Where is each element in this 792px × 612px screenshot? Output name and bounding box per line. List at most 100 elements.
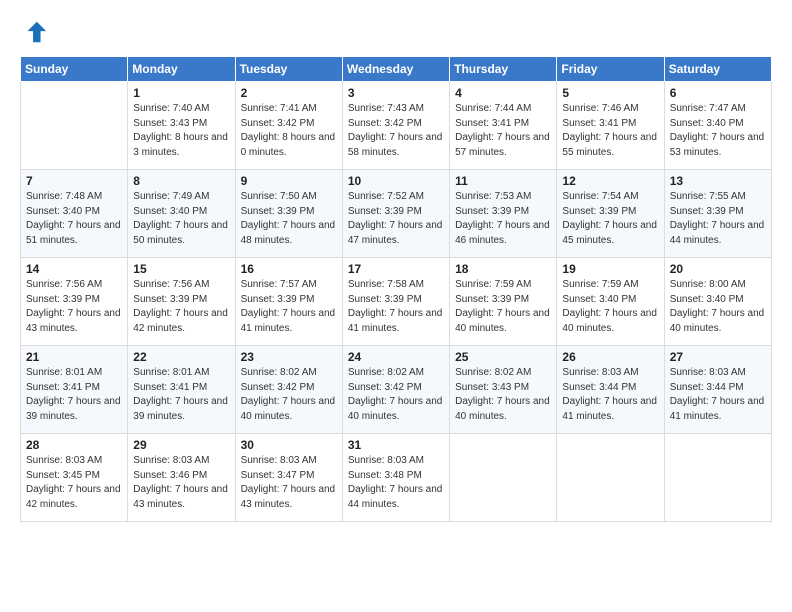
- day-info: Sunrise: 7:47 AMSunset: 3:40 PMDaylight:…: [670, 102, 766, 160]
- day-number: 9: [241, 174, 337, 188]
- day-cell: [664, 434, 771, 522]
- day-info: Sunrise: 7:59 AMSunset: 3:39 PMDaylight:…: [455, 278, 551, 336]
- day-number: 23: [241, 350, 337, 364]
- day-number: 17: [348, 262, 444, 276]
- week-row-3: 21 Sunrise: 8:01 AMSunset: 3:41 PMDayligh…: [21, 346, 772, 434]
- day-cell: 23Sunrise: 8:02 AMSunset: 3:42 PMDayligh…: [235, 346, 342, 434]
- day-number: 30: [241, 438, 337, 452]
- day-number: 7: [26, 174, 122, 188]
- day-cell: 16Sunrise: 7:57 AMSunset: 3:39 PMDayligh…: [235, 258, 342, 346]
- day-cell: 4Sunrise: 7:44 AMSunset: 3:41 PMDaylight…: [450, 82, 557, 170]
- week-row-2: 14 Sunrise: 7:56 AMSunset: 3:39 PMDayligh…: [21, 258, 772, 346]
- day-number: 13: [670, 174, 766, 188]
- header-day-tuesday: Tuesday: [235, 57, 342, 82]
- day-number: 18: [455, 262, 551, 276]
- day-number: 25: [455, 350, 551, 364]
- week-row-0: 1Sunrise: 7:40 AMSunset: 3:43 PMDaylight…: [21, 82, 772, 170]
- day-info: Sunrise: 7:50 AMSunset: 3:39 PMDaylight:…: [241, 190, 337, 248]
- day-cell: 3Sunrise: 7:43 AMSunset: 3:42 PMDaylight…: [342, 82, 449, 170]
- week-row-1: 7 Sunrise: 7:48 AMSunset: 3:40 PMDaylight…: [21, 170, 772, 258]
- day-info: Sunrise: 7:57 AMSunset: 3:39 PMDaylight:…: [241, 278, 337, 336]
- day-cell: 13 Sunrise: 7:55 AMSunset: 3:39 PMDayligh…: [664, 170, 771, 258]
- day-cell: 27 Sunrise: 8:03 AMSunset: 3:44 PMDayligh…: [664, 346, 771, 434]
- day-cell: [557, 434, 664, 522]
- day-number: 24: [348, 350, 444, 364]
- day-cell: 15 Sunrise: 7:56 AMSunset: 3:39 PMDayligh…: [128, 258, 235, 346]
- day-info: Sunrise: 7:41 AMSunset: 3:42 PMDaylight:…: [241, 102, 337, 160]
- day-number: 28: [26, 438, 122, 452]
- day-info: Sunrise: 8:02 AMSunset: 3:42 PMDaylight:…: [348, 366, 444, 424]
- day-cell: 25 Sunrise: 8:02 AMSunset: 3:43 PMDayligh…: [450, 346, 557, 434]
- day-cell: 21 Sunrise: 8:01 AMSunset: 3:41 PMDayligh…: [21, 346, 128, 434]
- logo-icon: [20, 18, 48, 46]
- day-cell: 7 Sunrise: 7:48 AMSunset: 3:40 PMDaylight…: [21, 170, 128, 258]
- day-number: 15: [133, 262, 229, 276]
- header-day-wednesday: Wednesday: [342, 57, 449, 82]
- day-number: 21: [26, 350, 122, 364]
- day-cell: 8Sunrise: 7:49 AMSunset: 3:40 PMDaylight…: [128, 170, 235, 258]
- day-cell: 14 Sunrise: 7:56 AMSunset: 3:39 PMDayligh…: [21, 258, 128, 346]
- day-cell: 31 Sunrise: 8:03 AMSunset: 3:48 PMDayligh…: [342, 434, 449, 522]
- day-info: Sunrise: 7:56 AMSunset: 3:39 PMDaylight:…: [26, 278, 122, 336]
- day-number: 27: [670, 350, 766, 364]
- day-cell: [450, 434, 557, 522]
- day-info: Sunrise: 8:02 AMSunset: 3:43 PMDaylight:…: [455, 366, 551, 424]
- day-cell: 5Sunrise: 7:46 AMSunset: 3:41 PMDaylight…: [557, 82, 664, 170]
- day-info: Sunrise: 7:56 AMSunset: 3:39 PMDaylight:…: [133, 278, 229, 336]
- day-number: 1: [133, 86, 229, 100]
- day-info: Sunrise: 7:48 AMSunset: 3:40 PMDaylight:…: [26, 190, 122, 248]
- day-info: Sunrise: 8:01 AMSunset: 3:41 PMDaylight:…: [133, 366, 229, 424]
- day-cell: 1Sunrise: 7:40 AMSunset: 3:43 PMDaylight…: [128, 82, 235, 170]
- day-cell: 22 Sunrise: 8:01 AMSunset: 3:41 PMDayligh…: [128, 346, 235, 434]
- day-number: 14: [26, 262, 122, 276]
- day-info: Sunrise: 7:53 AMSunset: 3:39 PMDaylight:…: [455, 190, 551, 248]
- calendar-header: SundayMondayTuesdayWednesdayThursdayFrid…: [21, 57, 772, 82]
- day-number: 22: [133, 350, 229, 364]
- day-info: Sunrise: 7:59 AMSunset: 3:40 PMDaylight:…: [562, 278, 658, 336]
- day-number: 31: [348, 438, 444, 452]
- page: SundayMondayTuesdayWednesdayThursdayFrid…: [0, 0, 792, 612]
- header-day-saturday: Saturday: [664, 57, 771, 82]
- header-day-sunday: Sunday: [21, 57, 128, 82]
- calendar-table: SundayMondayTuesdayWednesdayThursdayFrid…: [20, 56, 772, 522]
- day-number: 10: [348, 174, 444, 188]
- day-cell: 9 Sunrise: 7:50 AMSunset: 3:39 PMDaylight…: [235, 170, 342, 258]
- day-info: Sunrise: 7:58 AMSunset: 3:39 PMDaylight:…: [348, 278, 444, 336]
- day-number: 8: [133, 174, 229, 188]
- day-info: Sunrise: 8:03 AMSunset: 3:47 PMDaylight:…: [241, 454, 337, 512]
- day-info: Sunrise: 8:03 AMSunset: 3:48 PMDaylight:…: [348, 454, 444, 512]
- day-info: Sunrise: 8:01 AMSunset: 3:41 PMDaylight:…: [26, 366, 122, 424]
- day-cell: 11 Sunrise: 7:53 AMSunset: 3:39 PMDayligh…: [450, 170, 557, 258]
- day-info: Sunrise: 8:00 AMSunset: 3:40 PMDaylight:…: [670, 278, 766, 336]
- day-number: 6: [670, 86, 766, 100]
- day-number: 4: [455, 86, 551, 100]
- day-cell: 12Sunrise: 7:54 AMSunset: 3:39 PMDayligh…: [557, 170, 664, 258]
- day-info: Sunrise: 8:03 AMSunset: 3:45 PMDaylight:…: [26, 454, 122, 512]
- day-info: Sunrise: 8:03 AMSunset: 3:44 PMDaylight:…: [562, 366, 658, 424]
- day-cell: 2 Sunrise: 7:41 AMSunset: 3:42 PMDaylight…: [235, 82, 342, 170]
- logo: [20, 18, 52, 46]
- day-info: Sunrise: 8:03 AMSunset: 3:44 PMDaylight:…: [670, 366, 766, 424]
- day-cell: 20 Sunrise: 8:00 AMSunset: 3:40 PMDayligh…: [664, 258, 771, 346]
- day-info: Sunrise: 7:55 AMSunset: 3:39 PMDaylight:…: [670, 190, 766, 248]
- day-number: 29: [133, 438, 229, 452]
- day-number: 19: [562, 262, 658, 276]
- day-info: Sunrise: 7:52 AMSunset: 3:39 PMDaylight:…: [348, 190, 444, 248]
- day-info: Sunrise: 7:54 AMSunset: 3:39 PMDaylight:…: [562, 190, 658, 248]
- day-number: 2: [241, 86, 337, 100]
- day-cell: 18 Sunrise: 7:59 AMSunset: 3:39 PMDayligh…: [450, 258, 557, 346]
- calendar-body: 1Sunrise: 7:40 AMSunset: 3:43 PMDaylight…: [21, 82, 772, 522]
- day-cell: 29 Sunrise: 8:03 AMSunset: 3:46 PMDayligh…: [128, 434, 235, 522]
- day-cell: 30 Sunrise: 8:03 AMSunset: 3:47 PMDayligh…: [235, 434, 342, 522]
- header-day-monday: Monday: [128, 57, 235, 82]
- day-info: Sunrise: 8:03 AMSunset: 3:46 PMDaylight:…: [133, 454, 229, 512]
- day-number: 11: [455, 174, 551, 188]
- day-number: 20: [670, 262, 766, 276]
- header-day-thursday: Thursday: [450, 57, 557, 82]
- header-row: SundayMondayTuesdayWednesdayThursdayFrid…: [21, 57, 772, 82]
- day-cell: 24 Sunrise: 8:02 AMSunset: 3:42 PMDayligh…: [342, 346, 449, 434]
- day-info: Sunrise: 7:46 AMSunset: 3:41 PMDaylight:…: [562, 102, 658, 160]
- day-cell: 17 Sunrise: 7:58 AMSunset: 3:39 PMDayligh…: [342, 258, 449, 346]
- day-cell: 28 Sunrise: 8:03 AMSunset: 3:45 PMDayligh…: [21, 434, 128, 522]
- day-info: Sunrise: 7:43 AMSunset: 3:42 PMDaylight:…: [348, 102, 444, 160]
